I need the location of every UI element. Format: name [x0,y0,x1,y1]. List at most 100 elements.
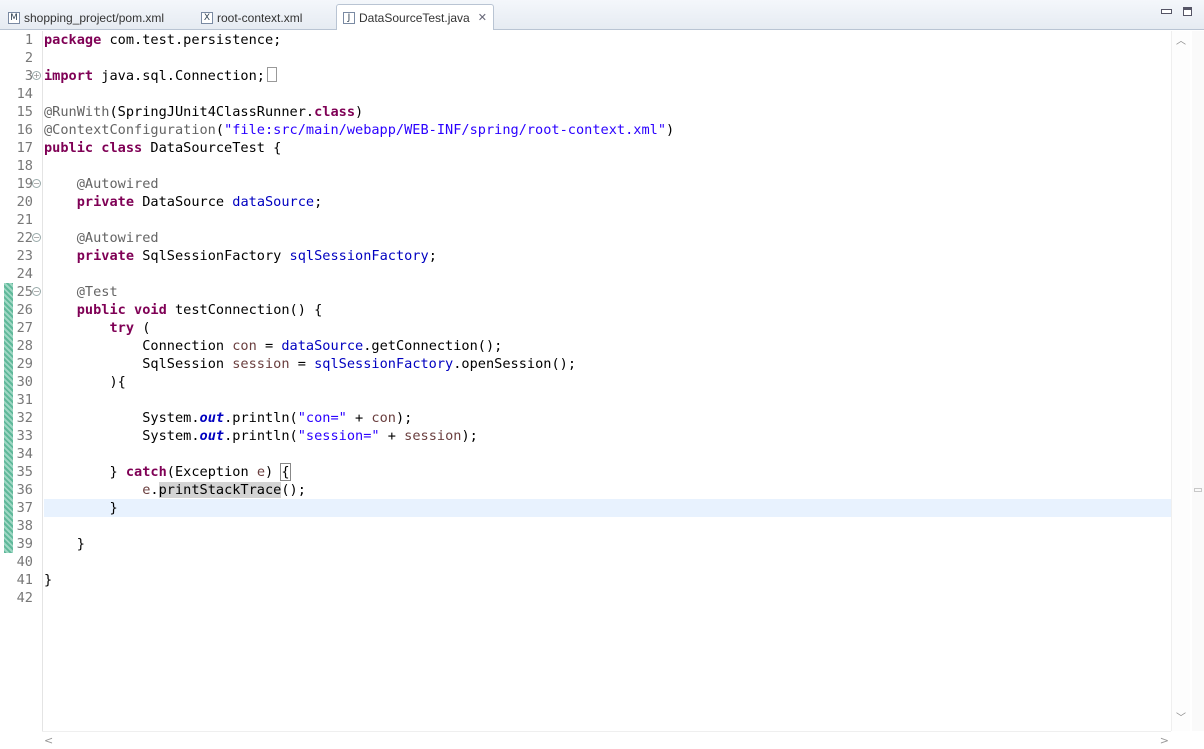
local-variable: con [232,338,257,354]
editor-tab-bar: M shopping_project/pom.xml X root-contex… [0,0,1204,30]
code-text: + [379,428,405,444]
code-line: @Test [44,283,118,301]
local-variable: con [371,410,396,426]
change-indicator-bar [4,283,13,553]
local-variable: session [232,356,290,372]
minimize-icon[interactable] [1160,6,1172,18]
scroll-right-arrow-icon[interactable]: > [1160,734,1169,747]
keyword: catch [125,464,167,480]
collapse-fold-icon[interactable]: − [32,233,41,242]
field-name: dataSource [232,194,315,210]
collapse-fold-icon[interactable]: − [32,287,41,296]
line-number: 16 [16,122,33,138]
field-name: sqlSessionFactory [289,248,429,264]
line-number: 27 [16,320,33,336]
line-number: 34 [16,446,33,462]
code-text: = [256,338,282,354]
code-line: @ContextConfiguration("file:src/main/web… [44,121,674,139]
code-line: SqlSession session = sqlSessionFactory.o… [44,355,576,373]
code-text: ; [314,194,323,210]
vertical-scrollbar[interactable]: ︿ ﹀ [1171,31,1204,749]
code-text: .getConnection(); [363,338,503,354]
keyword: public [76,302,126,318]
collapse-fold-icon[interactable]: − [32,179,41,188]
keyword: try [109,320,135,336]
scroll-down-arrow-icon[interactable]: ﹀ [1175,713,1187,725]
code-line: private DataSource dataSource; [44,193,323,211]
line-number: 30 [16,374,33,390]
close-tab-icon[interactable]: ✕ [478,11,487,24]
code-text: DataSourceTest { [142,140,282,156]
maven-file-icon: M [8,11,20,24]
java-file-icon: J [343,11,355,24]
line-number: 1 [24,32,33,48]
code-text: Connection [142,338,233,354]
code-text: ); [461,428,478,444]
line-number: 20 [16,194,33,210]
maximize-icon[interactable] [1182,6,1194,18]
string-literal: "con=" [297,410,347,426]
line-number: 33 [16,428,33,444]
folded-region-marker[interactable] [266,67,277,82]
line-number: 36 [16,482,33,498]
code-line: } [44,571,52,589]
code-text: DataSource [134,194,233,210]
line-number: 18 [16,158,33,174]
local-variable: e [256,464,265,480]
code-text: com.test.persistence; [101,32,282,48]
scroll-track[interactable] [1171,31,1190,731]
line-number: 19 [16,176,33,192]
tab-label: root-context.xml [217,10,303,25]
code-line: import java.sql.Connection; [44,67,277,85]
current-line-highlight [44,499,1171,517]
code-text: ; [428,248,437,264]
line-number: 2 [24,50,33,66]
code-text: ) [666,122,675,138]
annotation: @ContextConfiguration [44,122,216,138]
code-text: ( [134,320,151,336]
overview-marker[interactable] [1194,488,1202,492]
keyword: private [76,194,135,210]
horizontal-scrollbar[interactable]: < > [42,731,1171,749]
window-controls [1160,6,1194,18]
code-line: Connection con = dataSource.getConnectio… [44,337,502,355]
tab-pom-xml[interactable]: M shopping_project/pom.xml [8,5,164,30]
keyword: import [44,68,94,84]
code-text: System. [142,428,200,444]
string-literal: "file:src/main/webapp/WEB-INF/spring/roo… [224,122,667,138]
code-text: testConnection() { [166,302,323,318]
code-line: } [44,535,85,553]
code-line: e.printStackTrace(); [142,482,306,498]
local-variable: session [404,428,462,444]
code-text: ( [215,122,225,138]
code-text: (SpringJUnit4ClassRunner. [109,104,315,120]
scroll-left-arrow-icon[interactable]: < [44,734,53,747]
tab-root-context-xml[interactable]: X root-context.xml [201,5,302,30]
line-number: 21 [16,212,33,228]
code-text: ); [395,410,413,426]
code-line: @Autowired [44,229,159,247]
code-text: SqlSession [142,356,233,372]
annotation: @Autowired [76,176,159,192]
code-line: package com.test.persistence; [44,31,281,49]
line-number-gutter: 1 2 3 + 14 15 16 17 18 19 − 20 21 22 − 2… [0,31,43,731]
string-literal: "session=" [297,428,380,444]
line-number: 25 [16,284,33,300]
expand-fold-icon[interactable]: + [32,71,41,80]
code-line: @RunWith(SpringJUnit4ClassRunner.class) [44,103,363,121]
code-line: } [44,499,117,517]
overview-ruler[interactable] [1192,31,1204,731]
annotation: @Autowired [76,230,159,246]
scroll-up-arrow-icon[interactable]: ︿ [1175,36,1187,48]
tab-datasourcetest-java[interactable]: J DataSourceTest.java ✕ [336,4,494,30]
code-editor[interactable]: 1 2 3 + 14 15 16 17 18 19 − 20 21 22 − 2… [0,31,1204,749]
code-text: } [76,536,85,552]
keyword: private [76,248,135,264]
matching-bracket: { [280,463,291,481]
code-text: = [289,356,315,372]
line-number: 32 [16,410,33,426]
code-text: java.sql.Connection; [93,68,265,84]
keyword: class [101,140,143,156]
annotation: @RunWith [44,104,110,120]
line-number: 26 [16,302,33,318]
